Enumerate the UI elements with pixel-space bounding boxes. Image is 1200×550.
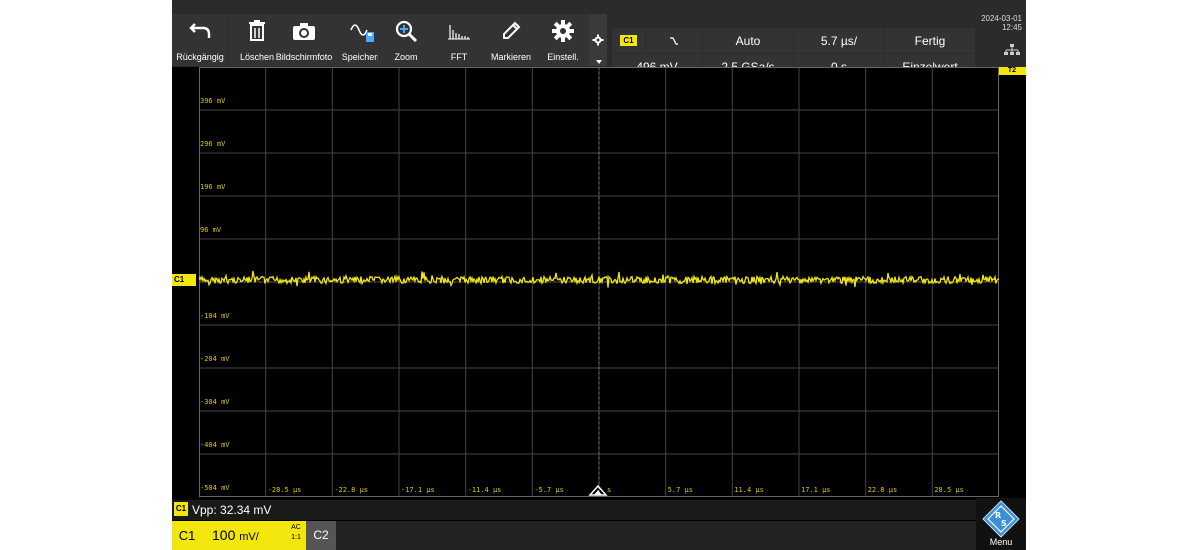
- horizontal-position-marker[interactable]: [588, 483, 608, 497]
- measurement-channel-tag: C1: [174, 502, 188, 516]
- zoom-label: Zoom: [394, 52, 418, 62]
- channel-2-button[interactable]: C2: [306, 521, 336, 550]
- fft-label: FFT: [450, 52, 468, 62]
- screenshot-button[interactable]: Bildschirmfoto: [274, 14, 334, 66]
- fft-icon: [448, 25, 470, 40]
- toolbar: Rückgängig Löschen Bildschirmfoto Speich…: [172, 0, 1026, 80]
- x-tick-label: 17.1 µs: [801, 486, 831, 494]
- zoom-icon: [395, 20, 418, 43]
- coupling-info: AC 1:1: [287, 523, 305, 543]
- measurement-vpp[interactable]: Vpp: 32.34 mV: [192, 503, 271, 517]
- save-icon: [350, 24, 374, 42]
- menu-label: Menu: [989, 537, 1013, 547]
- rs-logo-icon: RS: [982, 500, 1020, 538]
- trigger-mode-cell[interactable]: Auto: [703, 28, 793, 53]
- mark-label: Markieren: [490, 52, 531, 62]
- channel-bar: C1 100 mV/ AC 1:1 C2: [172, 521, 1026, 550]
- measurement-bar: C1 Vpp: 32.34 mV: [172, 500, 1026, 520]
- camera-icon: [293, 23, 315, 40]
- x-tick-label: -5.7 µs: [534, 486, 564, 494]
- quick-settings-button[interactable]: [589, 14, 607, 66]
- datetime: 2024-03-01 12:45: [972, 14, 1022, 32]
- screenshot-label: Bildschirmfoto: [275, 52, 333, 62]
- x-tick-label: 11.4 µs: [734, 486, 764, 494]
- fft-button[interactable]: FFT: [431, 14, 487, 66]
- scale-unit: mV/: [239, 531, 259, 543]
- trigger-channel-cell[interactable]: C1: [612, 28, 645, 53]
- coupling-text: AC: [291, 524, 301, 531]
- settings-button[interactable]: Einstell.: [535, 14, 591, 66]
- network-icon: [1004, 44, 1020, 55]
- small-gear-icon: [592, 34, 604, 46]
- oscilloscope-screen: Rückgängig Löschen Bildschirmfoto Speich…: [172, 0, 1026, 550]
- t2-marker[interactable]: T2: [998, 67, 1026, 75]
- x-tick-label: -11.4 µs: [467, 486, 502, 494]
- waveform-area[interactable]: 396 mV 296 mV 196 mV 96 mV -104 mV -204 mV -30…: [199, 67, 999, 497]
- gear-icon: [552, 20, 574, 42]
- chevron-down-icon: [596, 60, 602, 64]
- menu-button[interactable]: RS Menu: [976, 498, 1026, 550]
- y-tick-label: 296 mV: [200, 140, 226, 148]
- mark-button[interactable]: Markieren: [483, 14, 539, 66]
- pen-icon: [503, 21, 521, 39]
- probe-ratio-text: 1:1: [291, 534, 301, 541]
- channel-offset-marker[interactable]: C1: [172, 274, 196, 286]
- x-tick-label: 22.8 µs: [867, 486, 898, 494]
- x-tick-label: 28.5 µs: [934, 486, 964, 494]
- settings-label: Einstell.: [547, 52, 579, 62]
- x-tick-label: -22.8 µs: [334, 486, 369, 494]
- y-tick-label: 196 mV: [200, 183, 226, 191]
- y-tick-label: -104 mV: [200, 312, 230, 320]
- undo-button[interactable]: Rückgängig: [172, 14, 228, 66]
- x-tick-label: 5.7 µs: [667, 486, 693, 494]
- channel-1-button[interactable]: C1: [172, 521, 202, 550]
- x-tick-label: -17.1 µs: [401, 486, 435, 494]
- y-tick-label: 96 mV: [200, 226, 222, 234]
- timebase-cell[interactable]: 5.7 µs/: [794, 28, 884, 53]
- falling-edge-icon: [670, 36, 678, 45]
- scale-value: 100: [212, 527, 236, 543]
- date-text: 2024-03-01: [981, 14, 1022, 23]
- x-tick-label: -28.5 µs: [267, 486, 302, 494]
- y-tick-label: -404 mV: [200, 441, 230, 449]
- y-tick-label: -304 mV: [200, 398, 230, 406]
- y-tick-label: -204 mV: [200, 355, 230, 363]
- undo-label: Rückgängig: [176, 52, 224, 62]
- acquisition-state-cell[interactable]: Fertig: [885, 28, 975, 53]
- zoom-button[interactable]: Zoom: [378, 14, 434, 66]
- y-tick-label: 396 mV: [200, 97, 226, 105]
- trigger-channel-badge: C1: [620, 35, 637, 46]
- svg-text:S: S: [1001, 519, 1007, 528]
- trash-icon: [249, 20, 265, 41]
- y-tick-label: -504 mV: [200, 484, 230, 492]
- undo-icon: [189, 23, 211, 38]
- waveform-svg: [199, 67, 999, 497]
- trigger-slope-cell[interactable]: [646, 28, 702, 53]
- time-text: 12:45: [1001, 23, 1022, 32]
